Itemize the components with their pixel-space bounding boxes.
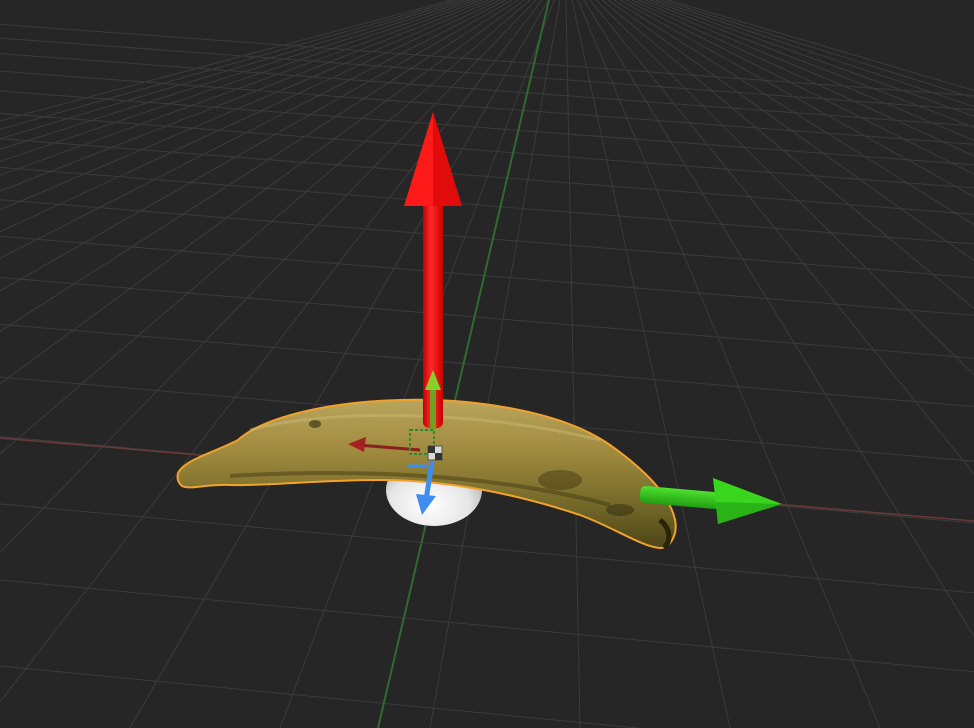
3d-viewport[interactable] [0,0,974,728]
banana-spot [309,420,321,428]
banana-spot [538,470,582,490]
viewport-canvas[interactable] [0,0,974,728]
banana-spot [606,504,634,516]
viewport-background [0,0,974,728]
